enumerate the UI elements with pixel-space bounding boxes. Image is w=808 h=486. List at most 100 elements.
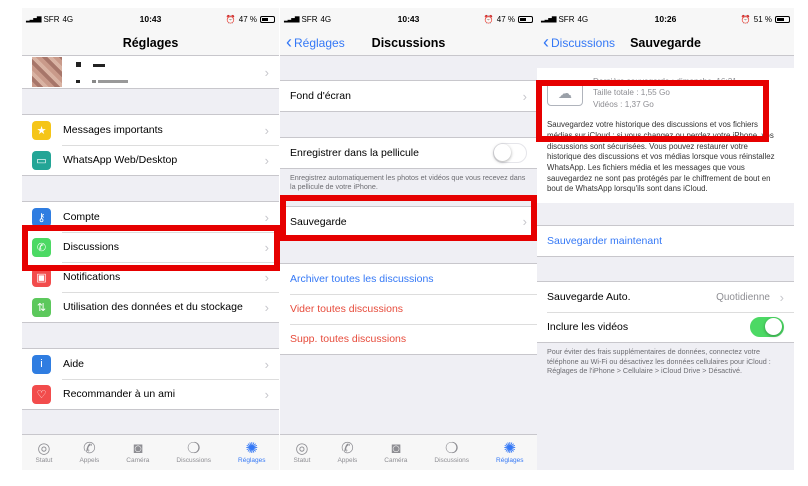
chevron-right-icon: › — [264, 209, 269, 225]
chevron-right-icon: › — [779, 289, 784, 305]
phone-icon: ✆ — [83, 440, 96, 457]
chevron-right-icon: › — [264, 64, 269, 80]
settings-item-help[interactable]: i Aide › — [22, 349, 279, 379]
chevron-right-icon: › — [264, 386, 269, 402]
battery-level: 51 % — [753, 14, 772, 24]
carrier: SFR — [301, 14, 318, 24]
key-icon: ⚷ — [32, 207, 51, 227]
chevron-right-icon: › — [264, 239, 269, 255]
tab-settings[interactable]: ✺ Réglages — [496, 440, 523, 465]
settings-item-label: Discussions — [63, 241, 120, 253]
chats-settings-screen: ▂▃▅▇ SFR 4G 10:43 ⏰ 47 % ‹ Réglages Discussi… — [280, 8, 537, 470]
last-backup-text: Dernière sauvegarde : dimanche, 16:21 — [593, 77, 737, 86]
tab-status[interactable]: ◎ Statut — [35, 440, 52, 465]
settings-item-invite[interactable]: ♡ Recommander à un ami › — [22, 379, 279, 409]
settings-item-starred[interactable]: ★ Messages importants › — [22, 115, 279, 145]
status-icon: ◎ — [295, 440, 309, 457]
alarm-icon: ⏰ — [483, 14, 494, 24]
battery-icon — [518, 15, 533, 23]
alarm-icon: ⏰ — [740, 14, 751, 24]
auto-backup-row[interactable]: Sauvegarde Auto. Quotidienne › — [537, 282, 794, 312]
page-title: Discussions — [371, 35, 446, 50]
data-usage-note: Pour éviter des frais supplémentaires de… — [547, 347, 771, 375]
clock: 10:43 — [139, 14, 162, 24]
backup-label: Sauvegarde — [290, 215, 347, 228]
chevron-right-icon: › — [522, 88, 527, 104]
data-arrows-icon: ⇅ — [32, 297, 51, 317]
tab-settings[interactable]: ✺ Réglages — [238, 440, 266, 465]
tab-bar: ◎ Statut ✆ Appels ◙ Caméra ❍ Discussions ✺ Ré… — [22, 434, 279, 470]
chevron-right-icon: › — [264, 356, 269, 372]
settings-item-web[interactable]: ▭ WhatsApp Web/Desktop › — [22, 145, 279, 175]
nav-bar: ‹ Réglages Discussions — [280, 30, 537, 56]
settings-item-label: Recommander à un ami — [63, 388, 176, 400]
gear-icon: ✺ — [245, 440, 259, 457]
include-videos-label: Inclure les vidéos — [547, 321, 629, 334]
clear-all-button[interactable]: Vider toutes discussions — [280, 293, 537, 324]
settings-item-label: Utilisation des données et du stockage — [63, 301, 243, 313]
profile-row[interactable]: › — [22, 56, 279, 89]
tab-label: Caméra — [126, 457, 150, 464]
tab-camera[interactable]: ◙ Caméra — [384, 441, 407, 465]
network: 4G — [62, 14, 74, 24]
back-button[interactable]: ‹ Réglages — [286, 30, 345, 56]
archive-all-button[interactable]: Archiver toutes les discussions — [280, 264, 537, 294]
settings-item-chats[interactable]: ✆ Discussions › — [22, 232, 279, 262]
heart-icon: ♡ — [32, 384, 51, 404]
wallpaper-section: Fond d'écran › — [280, 80, 537, 112]
tab-calls[interactable]: ✆ Appels — [337, 441, 358, 465]
backup-now-button[interactable]: Sauvegarder maintenant — [537, 226, 794, 256]
wallpaper-row[interactable]: Fond d'écran › — [280, 81, 537, 111]
settings-item-notifications[interactable]: ▣ Notifications › — [22, 262, 279, 292]
clear-all-label: Vider toutes discussions — [290, 302, 404, 315]
settings-screen: ▂▃▅▇ SFR 4G 10:43 ⏰ 47 % Réglages › ★ Messag… — [22, 8, 279, 470]
nav-bar: Réglages — [22, 30, 279, 56]
settings-group-2: ⚷ Compte › ✆ Discussions › ▣ Notifications › ⇅… — [22, 201, 279, 323]
videos-size-text: Vidéos : 1,37 Go — [593, 99, 654, 109]
settings-group-3: i Aide › ♡ Recommander à un ami › — [22, 348, 279, 410]
tab-bar: ◎ Statut ✆ Appels ◙ Caméra ❍ Discussions ✺ Ré… — [280, 434, 537, 470]
tab-label: Appels — [79, 457, 100, 464]
back-button[interactable]: ‹ Discussions — [543, 30, 615, 56]
chat-icon: ❍ — [186, 440, 201, 457]
tab-label: Appels — [337, 457, 358, 464]
network: 4G — [577, 14, 589, 24]
save-to-roll-toggle[interactable] — [493, 143, 527, 163]
tab-calls[interactable]: ✆ Appels — [79, 440, 100, 465]
camera-icon: ◙ — [133, 440, 143, 457]
tab-chats[interactable]: ❍ Discussions — [176, 440, 211, 465]
delete-all-button[interactable]: Supp. toutes discussions — [280, 323, 537, 354]
laptop-icon: ▭ — [32, 150, 51, 170]
tab-label: Statut — [293, 457, 311, 464]
backup-description: Sauvegardez votre historique des discuss… — [547, 120, 775, 194]
signal-icon: ▂▃▅▇ — [284, 16, 300, 23]
settings-item-account[interactable]: ⚷ Compte › — [22, 202, 279, 232]
page-title: Sauvegarde — [630, 35, 701, 50]
chevron-right-icon: › — [522, 214, 527, 230]
auto-backup-section: Sauvegarde Auto. Quotidienne › Inclure les… — [537, 281, 794, 344]
status-icon: ◎ — [37, 440, 51, 457]
wallpaper-label: Fond d'écran — [290, 90, 351, 102]
tab-status[interactable]: ◎ Statut — [293, 440, 311, 465]
tab-camera[interactable]: ◙ Caméra — [126, 440, 150, 465]
auto-backup-label: Sauvegarde Auto. — [547, 291, 631, 304]
signal-icon: ▂▃▅▇ — [541, 16, 557, 23]
tab-label: Réglages — [238, 457, 266, 464]
carrier: SFR — [43, 14, 60, 24]
settings-item-label: Notifications — [63, 271, 121, 283]
back-label: Réglages — [294, 36, 345, 50]
chevron-right-icon: › — [264, 299, 269, 315]
chevron-right-icon: › — [264, 122, 269, 138]
carrier: SFR — [558, 14, 575, 24]
gear-icon: ✺ — [503, 440, 517, 457]
include-videos-row: Inclure les vidéos — [537, 312, 794, 342]
tab-chats[interactable]: ❍ Discussions — [434, 441, 469, 465]
clock: 10:43 — [397, 14, 420, 24]
whatsapp-icon: ✆ — [32, 237, 51, 257]
status-bar: ▂▃▅▇ SFR 4G 10:43 ⏰ 47 % — [22, 8, 279, 30]
include-videos-toggle[interactable] — [750, 317, 784, 338]
settings-item-data[interactable]: ⇅ Utilisation des données et du stockage › — [22, 292, 279, 322]
delete-all-label: Supp. toutes discussions — [290, 332, 407, 345]
notification-icon: ▣ — [32, 267, 51, 287]
backup-row[interactable]: Sauvegarde › — [280, 207, 537, 237]
